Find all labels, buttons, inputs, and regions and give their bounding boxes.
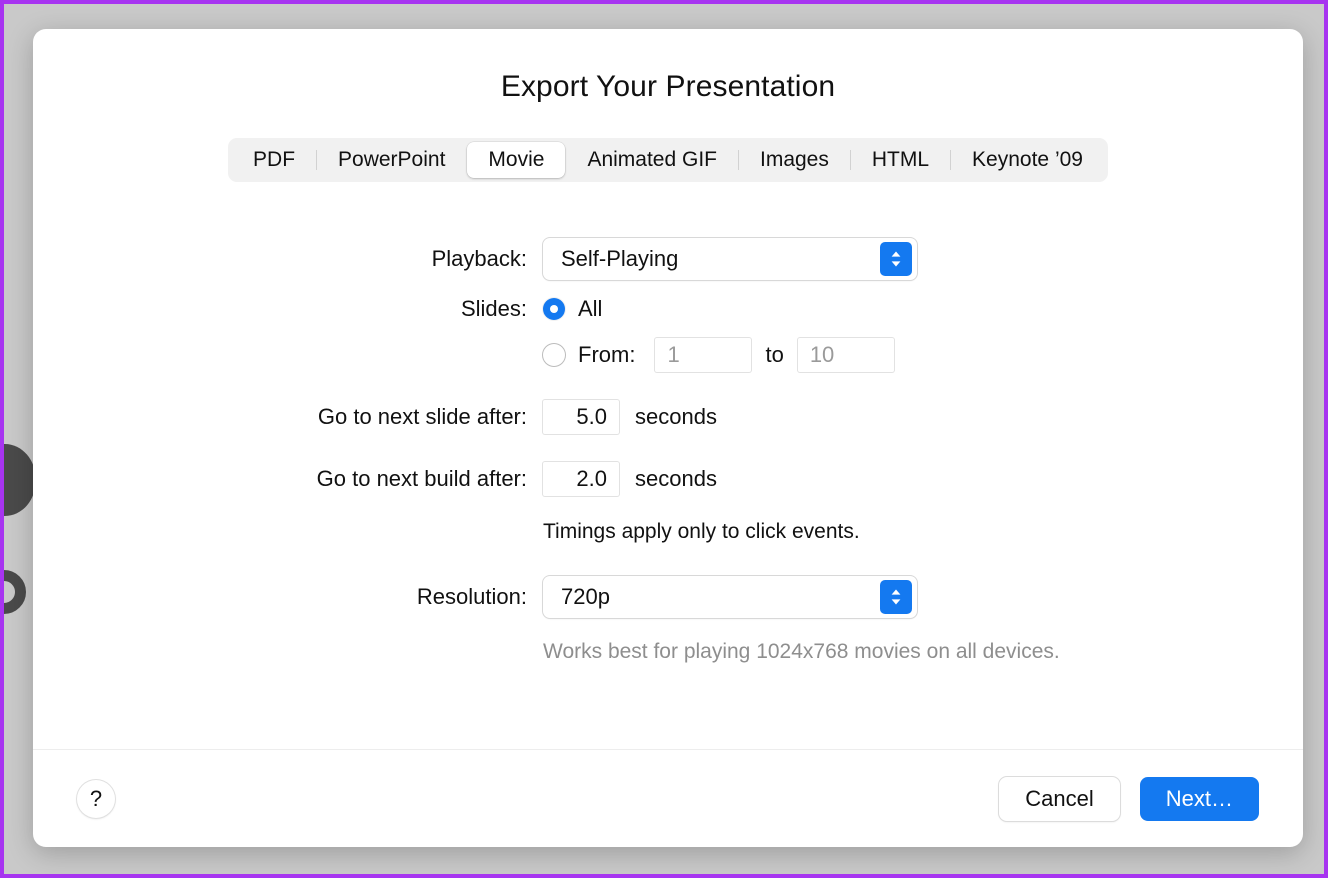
radio-all[interactable]: [543, 298, 565, 320]
tab-powerpoint[interactable]: PowerPoint: [317, 142, 466, 178]
format-tabs: PDF PowerPoint Movie Animated GIF Images…: [33, 138, 1303, 182]
next-build-input[interactable]: 2.0: [543, 462, 619, 496]
radio-all-label: All: [578, 296, 603, 321]
export-options-form: Playback: Self-Playing Slides: All From:…: [33, 182, 1303, 749]
playback-row: Playback: Self-Playing: [163, 238, 1303, 280]
next-build-unit: seconds: [635, 466, 717, 491]
segmented-control: PDF PowerPoint Movie Animated GIF Images…: [228, 138, 1108, 182]
radio-from-label: From:: [578, 342, 636, 367]
resolution-select[interactable]: 720p: [543, 576, 917, 618]
tab-images[interactable]: Images: [739, 142, 850, 178]
cancel-button[interactable]: Cancel: [999, 776, 1120, 821]
screen: Export Your Presentation PDF PowerPoint …: [0, 0, 1328, 878]
to-slide-input[interactable]: 10: [797, 338, 894, 372]
background-shape-letter: [4, 570, 26, 614]
tab-pdf[interactable]: PDF: [232, 142, 316, 178]
chevron-up-down-icon[interactable]: [880, 580, 912, 614]
slides-all-row: Slides: All: [163, 296, 1303, 322]
background-shape-blob: [4, 444, 36, 516]
next-slide-label: Go to next slide after:: [317, 404, 527, 429]
playback-select-value: Self-Playing: [561, 246, 679, 271]
tab-animated-gif[interactable]: Animated GIF: [566, 142, 738, 178]
tab-html[interactable]: HTML: [851, 142, 950, 178]
help-button[interactable]: ?: [77, 779, 115, 818]
range-to-label: to: [765, 342, 784, 367]
resolution-note: Works best for playing 1024x768 movies o…: [543, 640, 1060, 663]
slides-range-row: From: 1 to 10: [163, 338, 1303, 372]
next-slide-row: Go to next slide after: 5.0 seconds: [163, 400, 1303, 434]
resolution-note-row: Works best for playing 1024x768 movies o…: [163, 640, 1303, 664]
resolution-select-value: 720p: [561, 584, 610, 609]
page-title: Export Your Presentation: [500, 70, 836, 103]
resolution-label: Resolution:: [416, 584, 527, 609]
next-button[interactable]: Next…: [1139, 776, 1259, 821]
slides-label: Slides:: [460, 296, 527, 321]
next-slide-input[interactable]: 5.0: [543, 400, 619, 434]
timings-note-row: Timings apply only to click events.: [163, 520, 1303, 544]
next-build-row: Go to next build after: 2.0 seconds: [163, 462, 1303, 496]
tab-movie[interactable]: Movie: [467, 142, 566, 178]
radio-from[interactable]: [543, 344, 565, 366]
resolution-row: Resolution: 720p: [163, 576, 1303, 618]
slides-from-option[interactable]: From:: [543, 342, 635, 368]
playback-label: Playback:: [431, 246, 527, 271]
timings-note: Timings apply only to click events.: [543, 520, 860, 543]
chevron-up-down-icon[interactable]: [880, 242, 912, 276]
tab-keynote-09[interactable]: Keynote ’09: [951, 142, 1104, 178]
slides-all-option[interactable]: All: [543, 296, 602, 322]
playback-select[interactable]: Self-Playing: [543, 238, 917, 280]
export-dialog: Export Your Presentation PDF PowerPoint …: [33, 29, 1303, 847]
from-slide-input[interactable]: 1: [655, 338, 752, 372]
dialog-footer: ? Cancel Next…: [33, 749, 1303, 847]
next-slide-unit: seconds: [635, 404, 717, 429]
next-build-label: Go to next build after:: [316, 466, 527, 491]
